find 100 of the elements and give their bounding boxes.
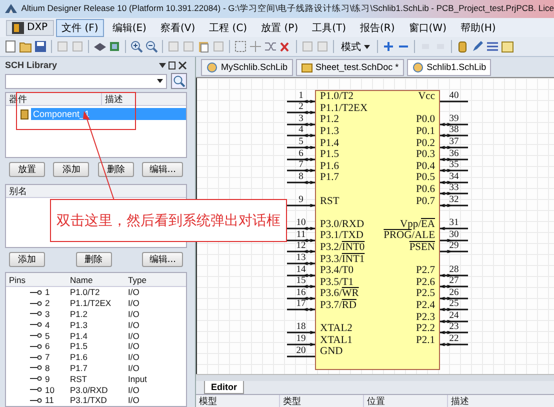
database-icon[interactable] xyxy=(456,40,469,53)
column-header[interactable]: Pins xyxy=(6,274,67,284)
pin-name: P3.3/INT1 xyxy=(320,254,365,265)
zoom-out-icon[interactable] xyxy=(145,40,158,53)
pin-name: P3.7/RD xyxy=(320,300,356,311)
mode-dropdown[interactable]: 模式 xyxy=(338,40,373,54)
plus-icon[interactable] xyxy=(382,40,395,53)
selection-rectangle-icon[interactable] xyxy=(234,40,247,53)
pin-number: 8 xyxy=(298,172,304,181)
pin-number: 27 xyxy=(449,277,459,286)
pin-number: 4 xyxy=(298,126,304,134)
panel-icon[interactable] xyxy=(501,40,514,53)
menu-item[interactable]: 窗口(W) xyxy=(402,18,452,36)
table-cell: 2 xyxy=(45,298,50,308)
pin-icon xyxy=(30,376,42,382)
pin-lead xyxy=(287,169,315,172)
pin-lead xyxy=(287,122,315,126)
caret-icon xyxy=(157,79,163,83)
pin-name: P2.7 xyxy=(416,265,435,276)
pin-name: P2.3 xyxy=(416,312,435,323)
table-cell-text: I/O xyxy=(127,362,140,373)
panel-controls-icon[interactable] xyxy=(159,60,187,70)
column-header[interactable]: 描述 xyxy=(448,394,531,407)
pin-number: 19 xyxy=(296,335,306,344)
column-header[interactable]: 位置 xyxy=(364,394,448,407)
move-cross-icon[interactable] xyxy=(249,40,262,53)
column-header[interactable]: Name xyxy=(67,274,125,284)
menu-item[interactable]: 帮助(H) xyxy=(454,18,502,36)
pin-name: PROG/ALE xyxy=(384,230,435,242)
menu-item[interactable]: 报告(R) xyxy=(354,18,401,36)
panel-button[interactable]: 编辑... xyxy=(142,252,183,266)
pin-lead xyxy=(287,308,315,312)
table-cell-text: P1.5 xyxy=(69,341,88,352)
pin-number: 23 xyxy=(449,323,459,332)
pin-lead xyxy=(287,343,315,346)
document-tab[interactable]: MySchlib.SchLib xyxy=(201,58,293,76)
panel-button[interactable]: 删除 xyxy=(98,162,134,176)
table-cell: 4 xyxy=(45,320,50,330)
menu-item[interactable]: 文件 (F) xyxy=(56,18,104,36)
library-icon xyxy=(206,62,218,72)
pin-number: 12 xyxy=(296,242,306,250)
table-cell-text: P1.7 xyxy=(69,362,88,373)
panel-button[interactable]: 放置 xyxy=(9,162,45,176)
folder-icon[interactable] xyxy=(19,40,32,53)
pin-number: 33 xyxy=(449,184,459,192)
search-button[interactable] xyxy=(171,73,187,89)
menu-item[interactable]: 编辑(E) xyxy=(106,18,152,36)
table-cell-text: I/O xyxy=(127,341,140,352)
pin-number: 30 xyxy=(449,230,459,239)
pin-name: P2.2 xyxy=(416,323,435,334)
pin-icon xyxy=(30,387,42,392)
pin-lead xyxy=(287,250,315,254)
pin-number: 6 xyxy=(298,150,304,158)
horizontal-scrollbar[interactable] xyxy=(196,374,554,381)
menu-item[interactable]: 放置 (P) xyxy=(255,18,304,36)
pin-lead xyxy=(440,308,468,312)
pin-name: Vcc xyxy=(418,91,435,102)
editor-tab[interactable]: Editor xyxy=(204,381,244,394)
column-header[interactable]: 别名 xyxy=(6,184,186,198)
zoom-in-icon[interactable] xyxy=(130,40,143,53)
pin-number: 15 xyxy=(296,277,306,286)
column-header[interactable]: 描述 xyxy=(102,92,186,106)
panel-button[interactable]: 删除 xyxy=(76,252,112,266)
document-tab[interactable]: Sheet_test.SchDoc * xyxy=(296,58,404,76)
pin-lead xyxy=(287,354,315,358)
pin-number: 26 xyxy=(449,288,459,297)
panel-button[interactable]: 添加 xyxy=(53,162,90,176)
menu-item[interactable]: 工具(T) xyxy=(306,18,352,36)
pin-name: P0.1 xyxy=(416,126,435,138)
panel-button[interactable]: 编辑... xyxy=(142,162,183,176)
table-cell: 7 xyxy=(45,352,50,362)
pin-lead xyxy=(440,320,468,323)
column-header[interactable]: 类型 xyxy=(280,394,364,407)
table-cell: 3 xyxy=(45,308,50,319)
document-tab[interactable]: Schlib1.SchLib xyxy=(406,58,492,76)
menu-item[interactable]: 工程 (C) xyxy=(203,18,254,36)
pin-lead xyxy=(440,227,468,230)
pin-lead xyxy=(287,285,315,288)
layers-icon[interactable] xyxy=(93,40,106,53)
column-header[interactable]: Type xyxy=(125,274,178,284)
dxp-menu-button[interactable]: DXP xyxy=(6,20,54,36)
column-header[interactable]: 模型 xyxy=(196,394,280,407)
table-cell: 6 xyxy=(45,341,50,352)
pin-number: 22 xyxy=(449,335,459,344)
pin-number: 10 xyxy=(296,219,306,228)
menu-item[interactable]: 察看(V) xyxy=(154,18,202,36)
table-cell-text: P1.6 xyxy=(69,352,88,362)
pin-icon xyxy=(30,322,42,328)
caret-icon xyxy=(364,44,370,48)
pin-number: 14 xyxy=(296,266,306,274)
panel-button[interactable]: 添加 xyxy=(9,252,45,266)
grid-icon[interactable] xyxy=(486,40,499,53)
chip-icon[interactable] xyxy=(108,40,121,53)
pin-lead xyxy=(440,274,468,276)
pin-name: P1.3 xyxy=(320,126,339,138)
pin-lead xyxy=(287,146,315,149)
pin-name: P3.4/T0 xyxy=(320,265,354,276)
pencil-icon[interactable] xyxy=(471,40,484,53)
pin-lead xyxy=(440,238,468,242)
shuffle-icon[interactable] xyxy=(264,40,277,53)
